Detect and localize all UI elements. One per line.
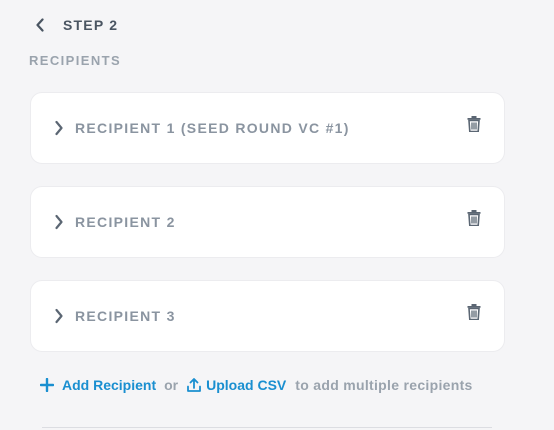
recipients-step-page: STEP 2 RECIPIENTS RECIPIENT 1 (SEED ROUN… [0, 0, 554, 430]
trash-icon[interactable] [466, 209, 482, 227]
trash-icon[interactable] [466, 303, 482, 321]
or-text: or [164, 377, 179, 393]
recipient-name: RECIPIENT 2 [75, 214, 176, 230]
upload-csv-button[interactable]: Upload CSV [186, 377, 286, 393]
upload-icon [186, 377, 202, 393]
recipient-name: RECIPIENT 1 (SEED ROUND VC #1) [75, 120, 350, 136]
plus-icon [40, 378, 54, 392]
step-title: STEP 2 [63, 17, 119, 33]
back-button[interactable] [30, 14, 50, 36]
step-header: STEP 2 [30, 14, 118, 36]
chevron-right-icon[interactable] [52, 214, 66, 230]
section-label: RECIPIENTS [29, 53, 122, 68]
chevron-right-icon[interactable] [52, 120, 66, 136]
chevron-right-icon[interactable] [52, 308, 66, 324]
recipient-actions: Add Recipient or Upload CSV to add multi… [40, 375, 473, 395]
add-recipient-button[interactable]: Add Recipient [40, 377, 156, 393]
recipient-card-2[interactable]: RECIPIENT 2 [30, 186, 505, 258]
recipient-card-3[interactable]: RECIPIENT 3 [30, 280, 505, 352]
recipient-name: RECIPIENT 3 [75, 308, 176, 324]
chevron-left-icon [36, 18, 44, 32]
trash-icon[interactable] [466, 115, 482, 133]
helper-text: to add multiple recipients [295, 377, 473, 393]
recipient-card-1[interactable]: RECIPIENT 1 (SEED ROUND VC #1) [30, 92, 505, 164]
add-recipient-label: Add Recipient [62, 377, 157, 393]
upload-csv-label: Upload CSV [206, 377, 287, 393]
